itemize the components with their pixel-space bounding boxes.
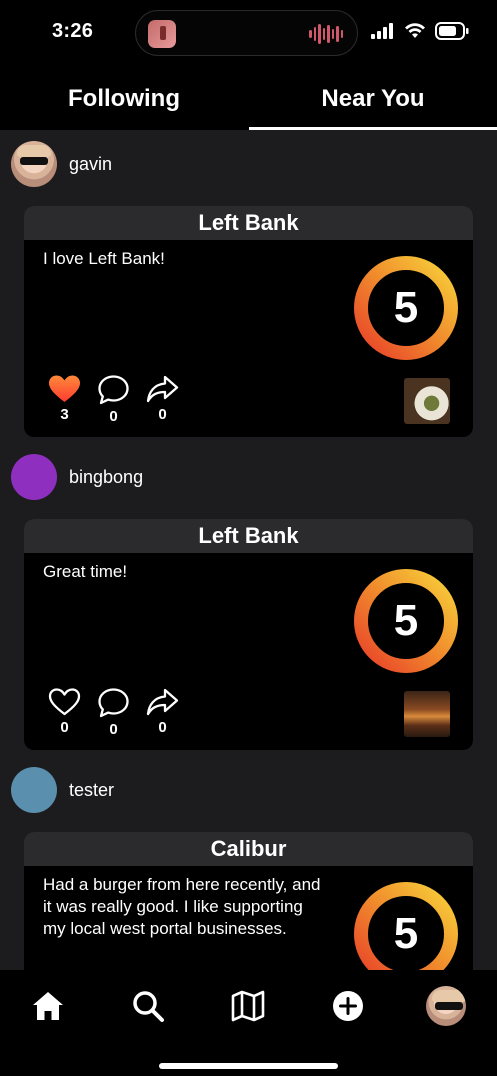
- avatar[interactable]: [11, 141, 57, 187]
- status-icons: [371, 22, 469, 40]
- feed[interactable]: gavin Left Bank I love Left Bank! 5 3 0 …: [0, 130, 497, 970]
- photo-thumbnail[interactable]: [404, 378, 450, 424]
- like-count: 0: [60, 719, 69, 736]
- tab-near-you[interactable]: Near You: [249, 68, 497, 130]
- home-indicator[interactable]: [159, 1063, 338, 1069]
- rating-ring: 5: [353, 255, 459, 361]
- post-actions: 0 0 0: [48, 687, 179, 738]
- photo-thumbnail[interactable]: [404, 691, 450, 737]
- review-text: Had a burger from here recently, and it …: [43, 875, 321, 938]
- feed-tabs: Following Near You: [0, 68, 497, 130]
- username[interactable]: bingbong: [69, 467, 143, 488]
- share-arrow-icon: [146, 688, 179, 716]
- heart-outline-icon: [48, 688, 81, 716]
- share-count: 0: [158, 719, 167, 736]
- place-name[interactable]: Left Bank: [24, 206, 473, 240]
- post-author-row[interactable]: gavin: [0, 130, 497, 194]
- dynamic-island[interactable]: [135, 10, 358, 56]
- rating-ring: 5: [353, 568, 459, 674]
- rating-ring: 5: [353, 881, 459, 970]
- profile-avatar: [426, 986, 466, 1026]
- username[interactable]: tester: [69, 780, 114, 801]
- nav-add-post[interactable]: [328, 986, 368, 1026]
- now-playing-artwork: [148, 20, 176, 48]
- post-author-row[interactable]: bingbong: [0, 443, 497, 507]
- home-icon: [33, 992, 63, 1020]
- post-actions: 3 0 0: [48, 374, 179, 425]
- comment-button[interactable]: 0: [97, 687, 130, 738]
- nav-search[interactable]: [128, 986, 168, 1026]
- add-icon: [333, 991, 363, 1021]
- wifi-icon: [405, 23, 425, 38]
- share-count: 0: [158, 406, 167, 423]
- like-button[interactable]: 0: [48, 687, 81, 738]
- review-card[interactable]: Calibur Had a burger from here recently,…: [24, 832, 473, 970]
- comment-icon: [98, 375, 129, 405]
- review-card[interactable]: Left Bank I love Left Bank! 5 3 0 0: [24, 206, 473, 437]
- comment-button[interactable]: 0: [97, 374, 130, 425]
- avatar[interactable]: [11, 454, 57, 500]
- share-button[interactable]: 0: [146, 374, 179, 425]
- tab-following[interactable]: Following: [0, 68, 248, 130]
- status-time: 3:26: [52, 20, 94, 42]
- nav-map[interactable]: [228, 986, 268, 1026]
- share-button[interactable]: 0: [146, 687, 179, 738]
- review-card[interactable]: Left Bank Great time! 5 0 0 0: [24, 519, 473, 750]
- like-button[interactable]: 3: [48, 374, 81, 425]
- battery-icon: [435, 22, 469, 40]
- nav-profile[interactable]: [426, 986, 466, 1026]
- review-text: I love Left Bank!: [43, 249, 165, 268]
- share-arrow-icon: [146, 375, 179, 403]
- rating-value: 5: [393, 596, 419, 645]
- status-bar: 3:26: [0, 0, 497, 68]
- map-icon: [231, 990, 265, 1022]
- place-name[interactable]: Left Bank: [24, 519, 473, 553]
- post-author-row[interactable]: tester: [0, 756, 497, 820]
- like-count: 3: [60, 406, 69, 423]
- audio-waveform-icon: [309, 24, 343, 44]
- comment-count: 0: [109, 408, 118, 425]
- place-name[interactable]: Calibur: [24, 832, 473, 866]
- heart-filled-icon: [49, 375, 80, 402]
- rating-value: 5: [393, 283, 419, 332]
- username[interactable]: gavin: [69, 154, 112, 175]
- bottom-nav: [0, 970, 497, 1076]
- search-icon: [133, 991, 164, 1022]
- cellular-signal-icon: [371, 23, 393, 39]
- avatar[interactable]: [11, 767, 57, 813]
- comment-icon: [98, 688, 129, 718]
- nav-home[interactable]: [28, 986, 68, 1026]
- rating-value: 5: [393, 909, 419, 958]
- review-text: Great time!: [43, 562, 128, 581]
- comment-count: 0: [109, 721, 118, 738]
